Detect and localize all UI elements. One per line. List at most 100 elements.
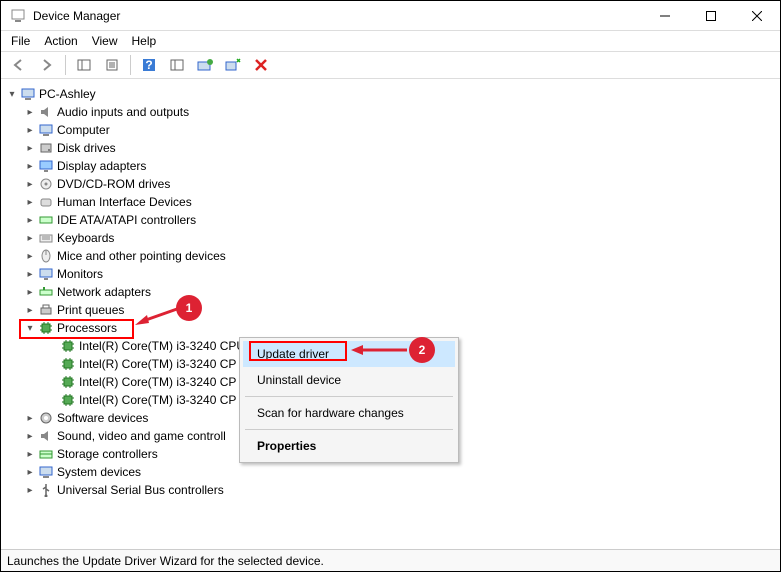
collapse-icon[interactable]: ▾: [23, 323, 37, 334]
tree-item[interactable]: ▾ Processors: [5, 319, 776, 337]
back-button[interactable]: [7, 54, 31, 76]
ctx-separator: [245, 429, 453, 430]
ctx-update-driver[interactable]: Update driver: [243, 341, 455, 367]
status-text: Launches the Update Driver Wizard for th…: [7, 554, 324, 568]
context-menu: Update driver Uninstall device Scan for …: [239, 337, 459, 463]
app-icon: [9, 9, 27, 23]
tree-item[interactable]: ▸Keyboards: [5, 229, 776, 247]
expand-icon[interactable]: ▸: [23, 467, 37, 478]
tree-item[interactable]: ▸Print queues: [5, 301, 776, 319]
category-label: Network adapters: [55, 285, 151, 299]
menu-file[interactable]: File: [11, 34, 30, 48]
device-category-icon: [37, 286, 55, 298]
expand-icon[interactable]: ▸: [23, 125, 37, 136]
expand-icon[interactable]: ▸: [23, 305, 37, 316]
category-label: Storage controllers: [55, 447, 158, 461]
expand-icon[interactable]: ▸: [23, 485, 37, 496]
expand-icon[interactable]: ▸: [23, 215, 37, 226]
device-category-icon: [37, 430, 55, 442]
show-hide-tree-button[interactable]: [72, 54, 96, 76]
expand-icon[interactable]: ▸: [23, 287, 37, 298]
device-category-icon: [37, 249, 55, 263]
maximize-button[interactable]: [688, 1, 734, 31]
category-label: DVD/CD-ROM drives: [55, 177, 170, 191]
expand-icon[interactable]: ▸: [23, 179, 37, 190]
category-label: Software devices: [55, 411, 148, 425]
expand-icon[interactable]: ▸: [23, 269, 37, 280]
disable-button[interactable]: [249, 54, 273, 76]
menu-action[interactable]: Action: [44, 34, 77, 48]
svg-text:?: ?: [145, 58, 152, 72]
title-bar: Device Manager: [1, 1, 780, 31]
tree-item[interactable]: ▸ Display adapters: [5, 157, 776, 175]
device-label: Intel(R) Core(TM) i3-3240 CP: [77, 393, 236, 407]
properties-button[interactable]: [100, 54, 124, 76]
device-tree[interactable]: ▾ PC-Ashley ▸ Audio inputs and outputs ▸ Co…: [1, 79, 780, 551]
tree-item[interactable]: ▸ Computer: [5, 121, 776, 139]
forward-button[interactable]: [35, 54, 59, 76]
help-button[interactable]: ?: [137, 54, 161, 76]
update-driver-button[interactable]: [193, 54, 217, 76]
scan-button[interactable]: [165, 54, 189, 76]
menu-view[interactable]: View: [92, 34, 118, 48]
tree-item[interactable]: ▸System devices: [5, 463, 776, 481]
status-bar: Launches the Update Driver Wizard for th…: [1, 549, 780, 571]
processor-icon: [59, 339, 77, 353]
device-category-icon: [37, 196, 55, 208]
device-category-icon: [37, 214, 55, 226]
menu-help[interactable]: Help: [132, 34, 157, 48]
ctx-update-label: Update driver: [257, 347, 329, 361]
ctx-properties[interactable]: Properties: [243, 433, 455, 459]
expand-icon[interactable]: ▸: [23, 449, 37, 460]
device-category-icon: [37, 124, 55, 136]
tree-root[interactable]: ▾ PC-Ashley: [5, 85, 776, 103]
root-label: PC-Ashley: [37, 87, 96, 101]
device-category-icon: [37, 448, 55, 460]
device-category-icon: [37, 268, 55, 280]
device-category-icon: [37, 483, 55, 497]
processor-icon: [59, 393, 77, 407]
tree-item[interactable]: ▸Monitors: [5, 265, 776, 283]
category-label: Computer: [55, 123, 110, 137]
tree-item[interactable]: ▸Disk drives: [5, 139, 776, 157]
minimize-button[interactable]: [642, 1, 688, 31]
device-label: Intel(R) Core(TM) i3-3240 CP: [77, 375, 236, 389]
category-label: Human Interface Devices: [55, 195, 192, 209]
category-label: Universal Serial Bus controllers: [55, 483, 224, 497]
tree-item[interactable]: ▸IDE ATA/ATAPI controllers: [5, 211, 776, 229]
device-category-icon: [37, 106, 55, 118]
close-button[interactable]: [734, 1, 780, 31]
expand-icon[interactable]: ▸: [23, 161, 37, 172]
ctx-uninstall-device[interactable]: Uninstall device: [243, 367, 455, 393]
category-label: Sound, video and game controll: [55, 429, 226, 443]
processor-icon: [59, 357, 77, 371]
category-label: Display adapters: [55, 159, 146, 173]
menu-bar: File Action View Help: [1, 31, 780, 51]
expand-icon[interactable]: ▸: [23, 143, 37, 154]
expand-icon[interactable]: ▸: [23, 197, 37, 208]
collapse-icon[interactable]: ▾: [5, 89, 19, 100]
tree-item[interactable]: ▸ Mice and other pointing devices: [5, 247, 776, 265]
tree-item[interactable]: ▸ Human Interface Devices: [5, 193, 776, 211]
device-category-icon: [37, 142, 55, 154]
device-category-icon: [37, 160, 55, 172]
ctx-separator: [245, 396, 453, 397]
tree-item[interactable]: ▸ Network adapters: [5, 283, 776, 301]
tree-item[interactable]: ▸ DVD/CD-ROM drives: [5, 175, 776, 193]
expand-icon[interactable]: ▸: [23, 251, 37, 262]
toolbar: ?: [1, 51, 780, 79]
ctx-scan-hardware[interactable]: Scan for hardware changes: [243, 400, 455, 426]
device-category-icon: [37, 411, 55, 425]
category-label: Mice and other pointing devices: [55, 249, 226, 263]
expand-icon[interactable]: ▸: [23, 107, 37, 118]
uninstall-button[interactable]: [221, 54, 245, 76]
expand-icon[interactable]: ▸: [23, 233, 37, 244]
category-label: Processors: [55, 321, 117, 335]
computer-icon: [19, 88, 37, 100]
expand-icon[interactable]: ▸: [23, 413, 37, 424]
expand-icon[interactable]: ▸: [23, 431, 37, 442]
tree-item[interactable]: ▸ Universal Serial Bus controllers: [5, 481, 776, 499]
tree-item[interactable]: ▸ Audio inputs and outputs: [5, 103, 776, 121]
ctx-properties-label: Properties: [257, 439, 316, 453]
category-label: Audio inputs and outputs: [55, 105, 189, 119]
